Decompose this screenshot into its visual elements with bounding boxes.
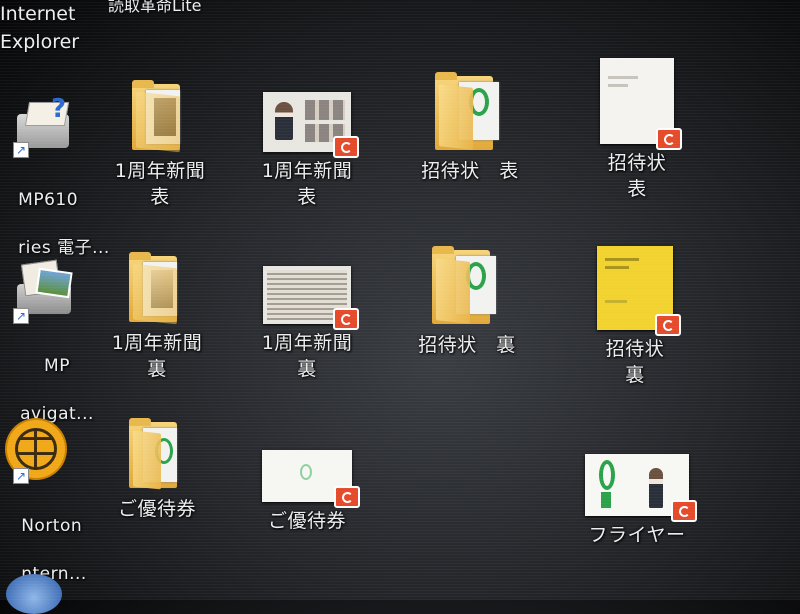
icon-label: 1周年新聞 表 [261, 160, 353, 208]
icon-label: 1周年新聞 裏 [111, 332, 203, 380]
internet-explorer-shortcut[interactable]: Internet Explorer [0, 0, 79, 56]
app-badge-icon [671, 500, 697, 522]
folder-icon [132, 80, 188, 153]
doc-1st-anniv-news-back[interactable]: 1周年新聞 裏 [232, 244, 382, 382]
document-thumbnail-icon [263, 266, 359, 330]
app-badge-icon [655, 314, 681, 336]
folder-invitation-back[interactable]: 招待状 裏 [392, 236, 542, 358]
icon-label: 招待状 裏 [605, 338, 665, 386]
icon-label: 1周年新聞 表 [114, 160, 206, 208]
internet-explorer-label-line1: Internet [0, 3, 76, 25]
folder-coupon[interactable]: ご優待券 [82, 410, 232, 522]
internet-explorer-label-line2: Explorer [0, 31, 80, 53]
icon-label: 招待状 裏 [418, 334, 516, 356]
partial-app-icon[interactable] [6, 574, 62, 614]
shortcut-arrow-icon: ↗ [13, 308, 29, 324]
icon-label: 招待状 表 [421, 160, 519, 182]
app-badge-icon [656, 128, 682, 150]
doc-1st-anniv-news-front[interactable]: 1周年新聞 表 [232, 72, 382, 210]
folder-invitation-front[interactable]: 招待状 表 [395, 62, 545, 184]
folder-icon [435, 72, 505, 152]
mp610-manual-icon: ? ↗ [13, 94, 77, 158]
icon-label: ご優待券 [117, 498, 196, 520]
folder-1st-anniv-news-back[interactable]: 1周年新聞 裏 [82, 244, 232, 382]
folder-icon [432, 246, 502, 326]
folder-icon [129, 418, 185, 490]
norton-globe-icon: ↗ [3, 420, 67, 484]
folder-icon [129, 252, 185, 325]
shortcut-arrow-icon: ↗ [13, 142, 29, 158]
app-badge-icon [333, 308, 359, 330]
app-badge-icon [333, 136, 359, 158]
shortcut-arrow-icon: ↗ [13, 468, 29, 484]
document-thumbnail-icon [600, 58, 682, 150]
doc-coupon[interactable]: ご優待券 [232, 422, 382, 534]
document-thumbnail-icon [585, 454, 697, 522]
icon-label: フライヤー [588, 524, 686, 546]
document-thumbnail-icon [262, 450, 360, 508]
top-partial-label: 読取革命Lite [108, 0, 202, 15]
doc-invitation-back[interactable]: 招待状 裏 [560, 230, 710, 388]
doc-flyer[interactable]: フライヤー [562, 436, 712, 548]
mp-navigator-icon: ↗ [13, 259, 77, 324]
doc-invitation-front[interactable]: 招待状 表 [562, 44, 712, 202]
icon-label: ご優待券 [267, 510, 346, 532]
document-thumbnail-icon [263, 92, 359, 158]
icon-label: 招待状 表 [607, 152, 667, 200]
norton-label-line1: Norton [21, 516, 83, 536]
folder-1st-anniv-news-front[interactable]: 1周年新聞 表 [85, 72, 235, 210]
document-thumbnail-icon [597, 246, 681, 336]
icon-label: 1周年新聞 裏 [261, 332, 353, 380]
app-badge-icon [334, 486, 360, 508]
